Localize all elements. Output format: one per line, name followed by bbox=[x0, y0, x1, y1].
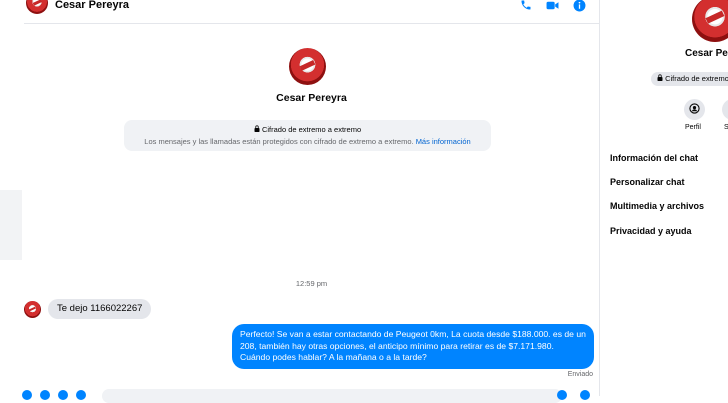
header-contact-name[interactable]: Cesar Pereyra bbox=[55, 0, 129, 11]
encryption-description: Los mensajes y las llamadas están proteg… bbox=[144, 137, 414, 146]
menu-chat-info[interactable]: Información del chat bbox=[610, 153, 698, 163]
encryption-notice: Cifrado de extremo a extremo Los mensaje… bbox=[124, 120, 491, 151]
lock-icon bbox=[254, 125, 262, 134]
like-icon[interactable] bbox=[580, 390, 590, 400]
phone-call-icon[interactable] bbox=[518, 0, 534, 12]
emoji-icon[interactable] bbox=[557, 390, 567, 400]
conversation-panel: Cesar Pereyra Cesar Pereyra Cifrado de e… bbox=[22, 0, 599, 403]
camera-icon[interactable] bbox=[40, 390, 50, 400]
header-avatar[interactable] bbox=[26, 0, 48, 14]
menu-customize-chat[interactable]: Personalizar chat bbox=[610, 177, 685, 187]
header-divider bbox=[24, 23, 599, 24]
delivery-status: Enviado bbox=[567, 371, 593, 378]
encryption-badge: Cifrado de extremo a extremo bbox=[651, 72, 728, 86]
message-timestamp: 12:59 pm bbox=[295, 279, 328, 288]
encryption-badge-label: Cifrado de extremo a extremo bbox=[665, 74, 728, 83]
info-icon[interactable] bbox=[571, 0, 587, 12]
chat-list-fragment bbox=[0, 0, 24, 396]
sender-avatar[interactable] bbox=[24, 301, 41, 318]
chat-list-item-fragment[interactable] bbox=[0, 40, 22, 54]
silence-label[interactable]: S bbox=[724, 124, 728, 131]
profile-icon bbox=[689, 101, 700, 119]
info-avatar[interactable] bbox=[692, 0, 728, 42]
sticker-icon[interactable] bbox=[58, 390, 68, 400]
more-info-link[interactable]: Más información bbox=[416, 137, 471, 146]
profile-avatar[interactable] bbox=[289, 48, 326, 85]
profile-button[interactable] bbox=[684, 99, 705, 120]
message-input[interactable] bbox=[102, 389, 562, 403]
chat-info-panel: Cesar Pereyra Cifrado de extremo a extre… bbox=[600, 0, 728, 396]
profile-name: Cesar Pereyra bbox=[276, 92, 347, 104]
gif-icon[interactable] bbox=[76, 390, 86, 400]
silence-button[interactable] bbox=[722, 99, 728, 120]
encryption-title: Cifrado de extremo a extremo bbox=[261, 125, 362, 134]
more-actions-icon[interactable] bbox=[22, 390, 32, 400]
lock-icon bbox=[657, 74, 665, 83]
menu-media-files[interactable]: Multimedia y archivos bbox=[610, 201, 704, 211]
outgoing-message[interactable]: Perfecto! Se van a estar contactando de … bbox=[232, 324, 594, 369]
chat-list-item-fragment[interactable] bbox=[0, 190, 22, 260]
video-call-icon[interactable] bbox=[544, 0, 560, 12]
menu-privacy-help[interactable]: Privacidad y ayuda bbox=[610, 226, 692, 236]
profile-label[interactable]: Perfil bbox=[685, 124, 701, 131]
info-contact-name: Cesar Pereyra bbox=[685, 48, 728, 59]
incoming-message[interactable]: Te dejo 1166022267 bbox=[48, 299, 152, 319]
